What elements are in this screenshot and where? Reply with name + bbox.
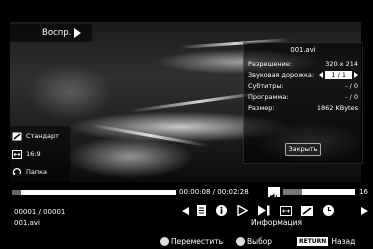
arrow-left-icon[interactable] [319,72,324,78]
info-icon[interactable] [215,205,228,216]
audio-track-selector[interactable]: 1 / 1 [319,71,358,79]
info-value: 320 x 214 [325,60,358,68]
next-icon[interactable] [257,205,270,216]
play-icon [74,28,82,38]
picture-icon[interactable] [300,205,313,216]
video-light-streak [90,123,210,148]
picture-mode-label: Стандарт [26,132,59,140]
info-row-size: Размер: 1862 KBytes [248,104,358,114]
play-label: Воспр. [42,28,72,38]
view-options-panel: Стандарт 16:9 Папка [10,126,70,182]
volume-icon[interactable] [268,187,280,201]
info-label: Разрешение: [248,60,293,68]
volume-value: 16 [359,188,368,196]
progress-bar[interactable] [12,190,176,195]
info-label: Субтитры: [248,82,284,90]
aspect-ratio-option[interactable]: 16:9 [12,148,41,160]
play-status[interactable]: Воспр. [10,24,92,42]
return-key-badge: RETURN [297,237,329,246]
repeat-icon [12,167,22,177]
aspect-ratio-label: 16:9 [26,150,41,158]
move-hint: Переместить [160,237,223,246]
scroll-right-icon[interactable] [360,205,369,216]
info-value: - / 0 [345,82,358,90]
volume-fill [283,189,303,195]
info-hint-label: Информация [251,218,303,227]
back-hint[interactable]: RETURN Назад [297,237,355,246]
select-label: Выбор [247,237,273,246]
file-info-panel: 001.avi Разрешение: 320 x 214 Звуковая д… [243,42,363,164]
file-counter: 00001 / 00001 [14,208,66,216]
repeat-option[interactable]: Папка [12,166,47,178]
clock-icon[interactable] [322,205,335,216]
info-row-resolution: Разрешение: 320 x 214 [248,60,358,70]
progress-fill [12,190,21,195]
play-icon[interactable] [236,205,249,216]
current-filename: 001.avi [14,219,40,227]
move-label: Переместить [171,237,224,246]
media-player-screen: Воспр. 001.avi Разрешение: 320 x 214 Зву… [0,0,373,249]
picture-mode-option[interactable]: Стандарт [12,130,59,142]
info-row-program: Программа: - / 0 [248,93,358,103]
audio-track-value: 1 / 1 [325,71,352,79]
picture-mode-icon [12,132,22,141]
aspect-icon[interactable] [279,205,292,216]
control-bar: 00:00:08 / 00:02:28 16 00001 / 00001 001… [0,183,373,233]
file-title: 001.avi [290,46,316,54]
document-icon[interactable] [196,205,207,216]
prev-icon[interactable] [180,205,190,216]
aspect-ratio-icon [12,149,22,159]
info-row-audio-track: Звуковая дорожка: 1 / 1 [248,71,358,81]
info-value: - / 0 [345,93,358,101]
footer-hints: Переместить Выбор RETURN Назад [0,235,373,249]
info-label: Звуковая дорожка: [248,71,315,79]
info-value: 1862 KBytes [316,104,358,112]
info-label: Программа: [248,93,289,101]
arrow-right-icon[interactable] [354,72,358,78]
info-row-subtitles: Субтитры: - / 0 [248,82,358,92]
time-display: 00:00:08 / 00:02:28 [179,188,249,196]
navigate-icon [160,237,169,246]
close-button[interactable]: Закрыть [285,143,321,156]
enter-icon [236,237,245,246]
info-label: Размер: [248,104,275,112]
repeat-label: Папка [26,168,48,176]
back-label: Назад [331,237,356,246]
volume-bar[interactable] [283,189,355,195]
select-hint: Выбор [236,237,272,246]
